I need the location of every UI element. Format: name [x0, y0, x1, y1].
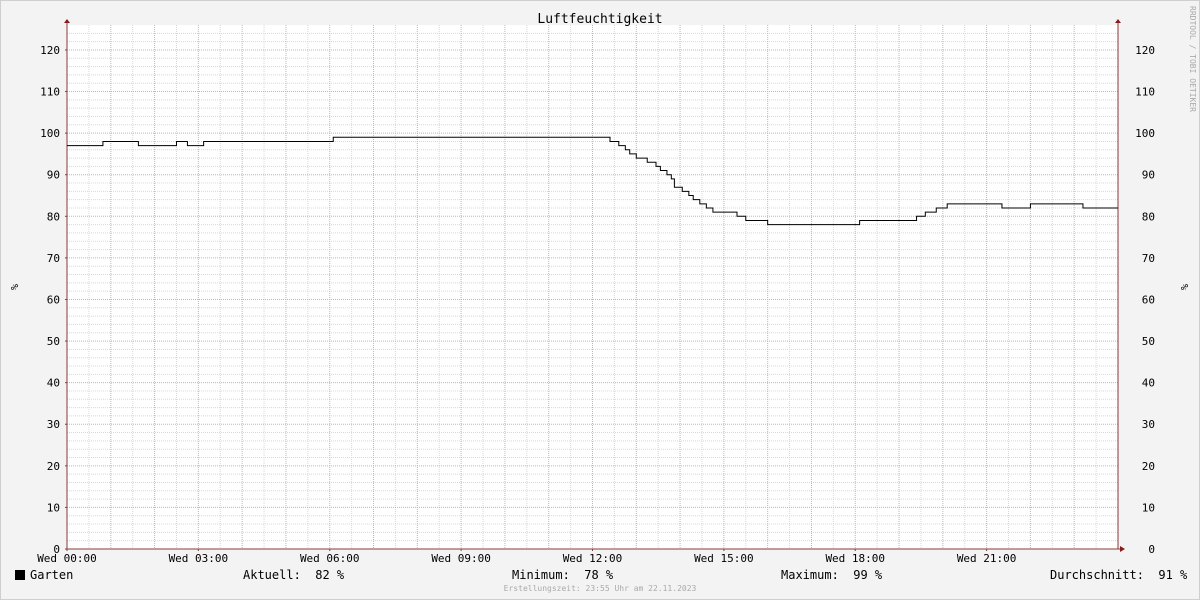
y-tick-label-left: 110 — [40, 86, 60, 99]
legend-maximum: Maximum: 99 % — [781, 568, 883, 582]
y-tick-label-left: 70 — [47, 252, 60, 265]
y-tick-label-right: 60 — [1142, 293, 1155, 306]
y-tick-label-left: 20 — [47, 460, 60, 473]
y-tick-label-right: 50 — [1142, 335, 1155, 348]
y-tick-label-right: 30 — [1142, 418, 1155, 431]
legend-series-name: Garten — [30, 568, 74, 582]
legend-average: Durchschnitt: 91 % — [1050, 568, 1188, 582]
y-tick-label-right: 80 — [1142, 210, 1155, 223]
x-tick-label: Wed 03:00 — [169, 552, 229, 565]
y-tick-label-right: 40 — [1142, 377, 1155, 390]
arrow-right-icon — [1120, 546, 1125, 552]
y-tick-label-left: 90 — [47, 169, 60, 182]
x-tick-label: Wed 12:00 — [563, 552, 623, 565]
y-axis-label-left: % — [8, 284, 19, 290]
y-tick-label-right: 90 — [1142, 169, 1155, 182]
graph-page: 0 0 10 10 20 20 30 30 40 40 50 50 60 60 70 70 80 80 90 90 10… — [0, 0, 1200, 600]
y-tick-label-right: 0 — [1148, 543, 1155, 556]
legend-swatch-icon — [15, 570, 25, 580]
y-tick-label-left: 40 — [47, 377, 60, 390]
x-tick-label: Wed 00:00 — [37, 552, 97, 565]
y-tick-label-left: 10 — [47, 501, 60, 514]
y-tick-label-right: 110 — [1135, 86, 1155, 99]
y-tick-label-right: 120 — [1135, 44, 1155, 57]
x-tick-label: Wed 21:00 — [957, 552, 1017, 565]
y-tick-label-right: 100 — [1135, 127, 1155, 140]
legend-series: Garten — [15, 567, 73, 583]
y-tick-label-right: 70 — [1142, 252, 1155, 265]
rrdtool-watermark: RRDTOOL / TOBI OETIKER — [1188, 6, 1197, 112]
y-tick-label-left: 50 — [47, 335, 60, 348]
y-tick-label-right: 20 — [1142, 460, 1155, 473]
y-axis-label-right: % — [1178, 284, 1189, 290]
x-tick-label: Wed 15:00 — [694, 552, 754, 565]
arrow-up-icon — [64, 19, 70, 23]
x-tick-label: Wed 18:00 — [825, 552, 885, 565]
y-tick-label-left: 80 — [47, 210, 60, 223]
y-tick-label-left: 100 — [40, 127, 60, 140]
y-tick-label-left: 60 — [47, 293, 60, 306]
y-tick-label-left: 120 — [40, 44, 60, 57]
humidity-chart: 0 010 1020 2030 3040 4050 5060 6070 7080 8090 9010… — [0, 0, 1200, 600]
y-tick-label-right: 10 — [1142, 501, 1155, 514]
legend-minimum: Minimum: 78 % — [512, 568, 614, 582]
y-tick-label-left: 30 — [47, 418, 60, 431]
x-tick-label: Wed 06:00 — [300, 552, 360, 565]
legend-current: Aktuell: 82 % — [243, 568, 345, 582]
footer-timestamp: Erstellungszeit: 23:55 Uhr am 22.11.2023 — [503, 584, 697, 593]
x-tick-label: Wed 09:00 — [431, 552, 491, 565]
arrow-up-icon — [1115, 19, 1121, 23]
chart-title: Luftfeuchtigkeit — [537, 12, 662, 27]
